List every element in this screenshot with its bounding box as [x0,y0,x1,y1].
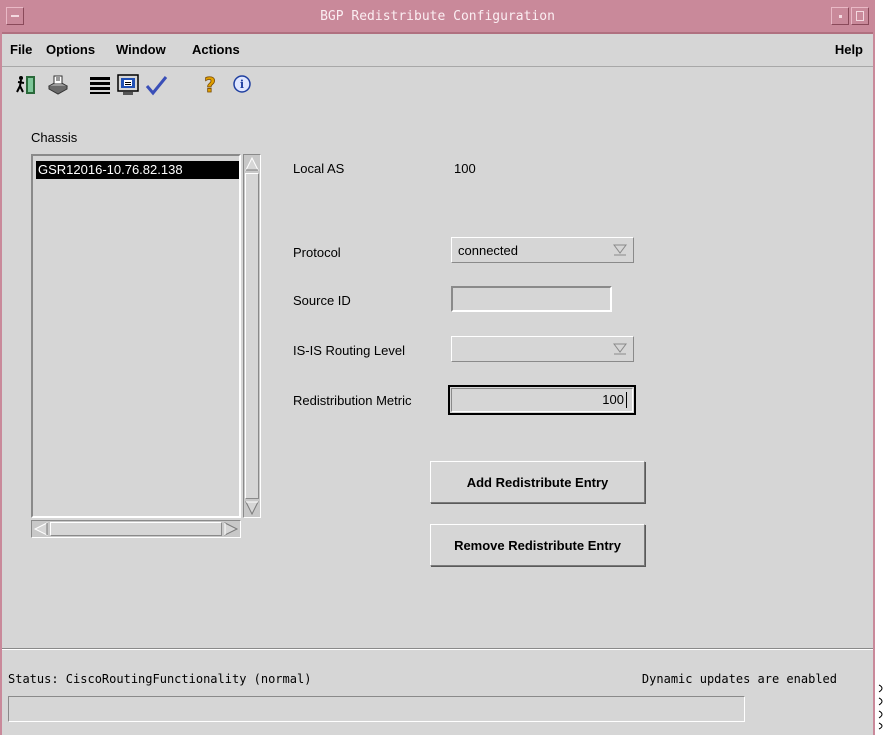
source-id-field[interactable] [451,286,612,312]
local-as-value: 100 [454,161,476,176]
source-id-label: Source ID [293,293,351,308]
protocol-label: Protocol [293,245,341,260]
protocol-select-value: connected [458,243,518,258]
chassis-listbox[interactable]: GSR12016-10.76.82.138 [31,154,241,518]
scroll-down-arrow-icon[interactable] [245,500,259,516]
metric-value: 100 [602,392,624,407]
menu-file[interactable]: File [10,42,32,57]
window-title: BGP Redistribute Configuration [320,9,555,24]
text-caret [626,392,627,408]
remove-entry-button[interactable]: Remove Redistribute Entry [430,524,645,566]
maximize-button[interactable] [851,7,869,25]
horizontal-scroll-thumb[interactable] [50,522,222,536]
printer-icon[interactable] [46,73,70,97]
application-window: BGP Redistribute Configuration File Opti… [0,0,875,735]
dropdown-arrow-icon [613,343,627,355]
title-bar[interactable]: BGP Redistribute Configuration [2,0,873,34]
info-icon[interactable]: i [230,73,254,97]
local-as-label: Local AS [293,161,345,176]
check-icon[interactable] [144,73,168,97]
chassis-list: GSR12016-10.76.82.138 [31,154,261,540]
menu-bar: File Options Window Actions Help [2,34,873,67]
dynamic-updates-text: Dynamic updates are enabled [641,672,837,686]
menu-window[interactable]: Window [116,42,166,57]
protocol-select[interactable]: connected [451,237,634,263]
metric-label: Redistribution Metric [293,393,412,408]
vertical-scroll-thumb[interactable] [245,173,259,499]
vertical-scrollbar[interactable] [243,154,261,518]
chassis-label: Chassis [31,130,78,145]
scroll-left-arrow-icon[interactable] [33,522,49,536]
scroll-up-arrow-icon[interactable] [245,156,259,172]
list-item[interactable]: GSR12016-10.76.82.138 [36,161,239,179]
status-text: Status: CiscoRoutingFunctionality (norma… [8,672,312,686]
minimize-button[interactable] [831,7,849,25]
horizontal-scrollbar[interactable] [31,520,241,538]
isis-level-label: IS-IS Routing Level [293,343,406,358]
menu-options[interactable]: Options [46,42,95,57]
status-message-bar [8,696,745,722]
menu-help[interactable]: Help [835,42,863,57]
help-icon[interactable]: ? [198,73,222,97]
svg-text:i: i [240,78,244,91]
add-entry-button[interactable]: Add Redistribute Entry [430,461,645,503]
edge-artifact [878,684,883,730]
scroll-right-arrow-icon[interactable] [223,522,239,536]
exit-icon[interactable] [14,73,38,97]
monitor-icon[interactable] [116,73,140,97]
dropdown-arrow-icon [613,244,627,256]
toolbar: ? i [2,67,873,103]
menu-actions[interactable]: Actions [192,42,240,57]
svg-text:?: ? [204,73,216,97]
isis-level-select[interactable] [451,336,634,362]
metric-field[interactable]: 100 [448,385,636,415]
list-icon[interactable] [88,73,112,97]
